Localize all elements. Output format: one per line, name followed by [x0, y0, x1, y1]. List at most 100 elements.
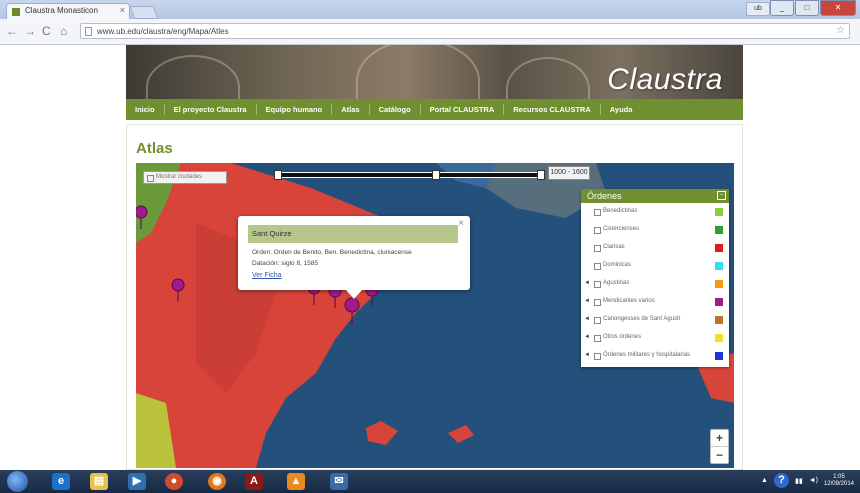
- legend-title: Órdenes: [587, 191, 622, 201]
- network-icon[interactable]: ▮▮: [795, 477, 803, 485]
- forward-arrow-icon[interactable]: →: [24, 24, 36, 38]
- zoom-in-button[interactable]: +: [711, 430, 728, 447]
- bookmark-star-icon[interactable]: ☆: [836, 25, 845, 36]
- legend-item[interactable]: Benedictinas: [581, 203, 729, 221]
- site-favicon-icon: [12, 8, 20, 16]
- close-window-button[interactable]: ✕: [820, 0, 856, 16]
- nav-item-equipo[interactable]: Equipo humano: [257, 104, 333, 115]
- marker-popup: × Sant Quirze Orden: Orden de Benito, Be…: [238, 216, 470, 299]
- legend-color-swatch: [715, 298, 723, 306]
- banner-image: [506, 57, 590, 99]
- layer-checkbox[interactable]: [147, 175, 154, 182]
- taskbar-clock[interactable]: 1:05 12/09/2014: [824, 474, 854, 488]
- legend-checkbox[interactable]: [594, 281, 601, 288]
- legend-item[interactable]: Clarisas: [581, 239, 729, 257]
- ie-icon[interactable]: e: [52, 473, 70, 490]
- legend-color-swatch: [715, 316, 723, 324]
- outlook-icon[interactable]: ✉: [330, 473, 348, 490]
- zoom-out-button[interactable]: −: [711, 447, 728, 463]
- expand-arrow-icon[interactable]: ◄: [584, 334, 590, 340]
- page-icon: [85, 27, 92, 36]
- tray-arrow-icon[interactable]: ▲: [761, 477, 768, 484]
- timeline-start-handle[interactable]: [274, 170, 282, 180]
- user-profile-button[interactable]: ub: [746, 2, 770, 16]
- address-bar[interactable]: ☆: [80, 23, 850, 39]
- explorer-folder-icon[interactable]: ▤: [90, 473, 108, 490]
- legend-color-swatch: [715, 352, 723, 360]
- legend-checkbox[interactable]: [594, 317, 601, 324]
- popup-order-text: Orden: Orden de Benito, Ben. Benedictina…: [252, 249, 412, 256]
- nav-item-inicio[interactable]: Inicio: [126, 104, 165, 115]
- home-icon[interactable]: ⌂: [60, 24, 67, 38]
- legend-checkbox[interactable]: [594, 263, 601, 270]
- legend-item-label: Dominicas: [603, 262, 632, 268]
- site-banner: Claustra: [126, 45, 743, 99]
- timeline-slider[interactable]: [274, 170, 545, 180]
- tab-title: Claustra Monasticon: [25, 6, 98, 15]
- legend-item-label: Canongesses de Sant Agustí: [603, 316, 681, 322]
- acrobat-icon[interactable]: A: [245, 473, 263, 490]
- legend-header[interactable]: Órdenes –: [581, 189, 729, 203]
- expand-arrow-icon[interactable]: ◄: [584, 352, 590, 358]
- back-arrow-icon[interactable]: ←: [6, 24, 18, 38]
- legend-checkbox[interactable]: [594, 209, 601, 216]
- page-title: Atlas: [136, 140, 173, 157]
- chrome-icon[interactable]: ●: [165, 473, 183, 490]
- layer-toggle[interactable]: Mostrar ciudades: [143, 171, 227, 184]
- vlc-icon[interactable]: ▲: [287, 473, 305, 490]
- main-nav: Inicio El proyecto Claustra Equipo human…: [126, 99, 743, 120]
- banner-image: [356, 45, 480, 99]
- timeline-end-handle[interactable]: [537, 170, 545, 180]
- reload-icon[interactable]: C: [42, 24, 51, 38]
- popup-close-icon[interactable]: ×: [458, 218, 464, 229]
- start-button[interactable]: [7, 471, 28, 492]
- legend-color-swatch: [715, 262, 723, 270]
- expand-arrow-icon[interactable]: ◄: [584, 316, 590, 322]
- browser-tabstrip: Claustra Monasticon × ub _ □ ✕: [0, 0, 860, 19]
- legend-checkbox[interactable]: [594, 353, 601, 360]
- legend-item[interactable]: ◄ Agustinas: [581, 275, 729, 293]
- popup-pointer: [346, 290, 362, 299]
- site-brand[interactable]: Claustra: [607, 63, 723, 97]
- nav-item-recursos[interactable]: Recursos CLAUSTRA: [504, 104, 601, 115]
- nav-item-ayuda[interactable]: Ayuda: [601, 104, 642, 115]
- legend-item[interactable]: ◄ Otros órdenes: [581, 329, 729, 347]
- legend-checkbox[interactable]: [594, 227, 601, 234]
- nav-item-portal[interactable]: Portal CLAUSTRA: [421, 104, 505, 115]
- volume-icon[interactable]: ◄): [809, 477, 818, 484]
- legend-item[interactable]: ◄ Canongesses de Sant Agustí: [581, 311, 729, 329]
- timeline-middle-handle[interactable]: [432, 170, 440, 180]
- media-player-icon[interactable]: ▶: [128, 473, 146, 490]
- legend-item[interactable]: ◄ Órdenes militares y hospitalarias: [581, 347, 729, 365]
- new-tab-button[interactable]: [129, 6, 159, 19]
- legend-item[interactable]: Dominicas: [581, 257, 729, 275]
- legend-list: Benedictinas Cistercienses Clarisas Dominic…: [581, 203, 729, 365]
- legend-color-swatch: [715, 226, 723, 234]
- legend-item-label: Benedictinas: [603, 208, 638, 214]
- legend-color-swatch: [715, 334, 723, 342]
- expand-arrow-icon[interactable]: ◄: [584, 298, 590, 304]
- legend-item[interactable]: Cistercienses: [581, 221, 729, 239]
- legend-collapse-button[interactable]: –: [717, 191, 726, 200]
- legend-item[interactable]: ◄ Mendicantes varios: [581, 293, 729, 311]
- popup-detail-link[interactable]: Ver Ficha: [252, 272, 282, 279]
- nav-item-catalogo[interactable]: Catálogo: [370, 104, 421, 115]
- nav-item-proyecto[interactable]: El proyecto Claustra: [165, 104, 257, 115]
- firefox-icon[interactable]: ◉: [208, 473, 226, 490]
- help-icon[interactable]: ?: [773, 473, 789, 488]
- expand-arrow-icon[interactable]: ◄: [584, 280, 590, 286]
- tab-close-icon[interactable]: ×: [120, 5, 125, 15]
- url-input[interactable]: [97, 24, 797, 38]
- legend-color-swatch: [715, 208, 723, 216]
- browser-tab[interactable]: Claustra Monasticon ×: [6, 3, 130, 19]
- year-range-label: 1000 - 1600: [548, 166, 590, 180]
- legend-checkbox[interactable]: [594, 335, 601, 342]
- minimize-button[interactable]: _: [770, 0, 794, 16]
- maximize-button[interactable]: □: [795, 0, 819, 16]
- legend-item-label: Clarisas: [603, 244, 625, 250]
- legend-checkbox[interactable]: [594, 299, 601, 306]
- browser-toolbar: ← → C ⌂ ☆: [0, 19, 860, 45]
- nav-item-atlas[interactable]: Atlas: [332, 104, 370, 115]
- clock-date: 12/09/2014: [823, 480, 854, 487]
- legend-checkbox[interactable]: [594, 245, 601, 252]
